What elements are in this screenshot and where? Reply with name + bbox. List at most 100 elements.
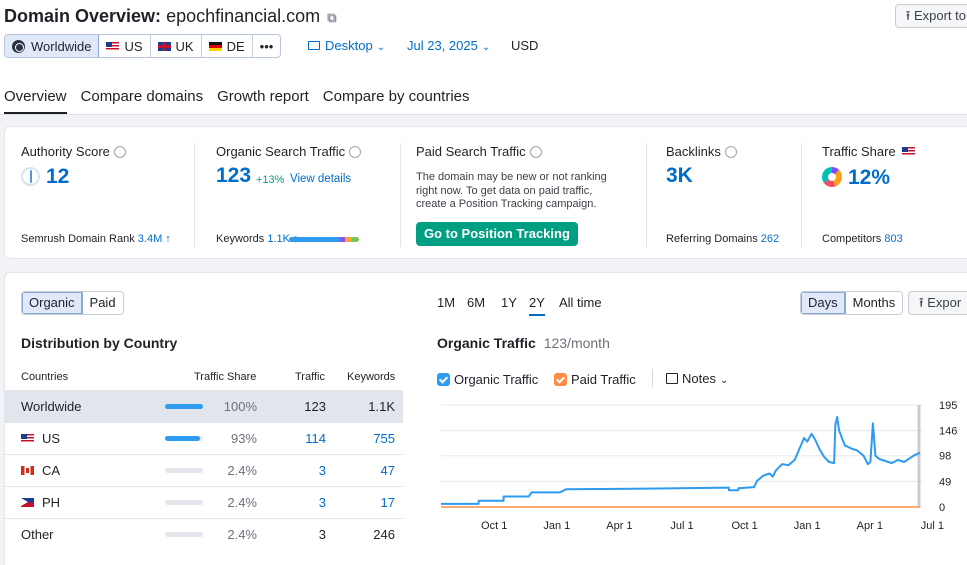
view-details-link[interactable]: View details	[290, 173, 351, 185]
competitors-label: Competitors	[822, 233, 882, 245]
date-dropdown[interactable]: Jul 23, 2025 ⌄	[407, 38, 490, 53]
col-traffic-share[interactable]: Traffic Share	[194, 371, 256, 383]
info-icon[interactable]	[529, 146, 542, 158]
y-tick-label: 195	[939, 400, 957, 412]
info-icon[interactable]	[349, 146, 362, 158]
db-uk[interactable]: UK	[151, 35, 202, 57]
traffic-cell[interactable]: 3	[319, 463, 326, 478]
period-6m[interactable]: 6M	[467, 295, 485, 310]
referring-domains-value[interactable]: 262	[761, 233, 779, 245]
country-cell: US	[21, 431, 60, 446]
toggle-days[interactable]: Days	[801, 292, 846, 314]
legend-paid-traffic[interactable]: Paid Traffic	[554, 371, 636, 387]
competitors-value[interactable]: 803	[884, 233, 902, 245]
external-link-icon[interactable]: ⧉	[327, 10, 336, 26]
organic-traffic-metric: Organic Search Traffic 123 +13% View det…	[200, 127, 400, 260]
legend-paid-label: Paid Traffic	[571, 372, 636, 387]
period-all-time[interactable]: All time	[559, 295, 602, 310]
database-selector: Worldwide US UK DE •••	[4, 34, 282, 58]
traffic-share-bar-fill	[165, 436, 201, 441]
info-icon[interactable]	[113, 146, 126, 158]
export-icon: ⭱	[919, 295, 924, 310]
db-de[interactable]: DE	[202, 35, 253, 57]
toggle-months[interactable]: Months	[845, 292, 903, 314]
traffic-share-bar-fill	[165, 532, 166, 537]
db-worldwide-label: Worldwide	[31, 38, 92, 54]
traffic-share-bar	[165, 468, 203, 473]
keywords-distribution-bar[interactable]	[289, 237, 359, 242]
traffic-share-cell: 2.4%	[227, 463, 257, 478]
traffic-cell[interactable]: 3	[319, 495, 326, 510]
legend-organic-traffic[interactable]: Organic Traffic	[437, 371, 538, 387]
device-label: Desktop	[325, 38, 373, 53]
info-icon[interactable]	[724, 146, 737, 158]
col-traffic[interactable]: Traffic	[295, 371, 325, 383]
table-row[interactable]: PH 2.4% 3 17	[5, 486, 403, 518]
traffic-share-bar	[165, 404, 203, 409]
country-cell: CA	[21, 463, 60, 478]
domain-name[interactable]: epochfinancial.com	[166, 6, 320, 26]
metric-divider	[646, 143, 647, 247]
backlinks-value[interactable]: 3K	[666, 164, 693, 188]
traffic-share-bar-fill	[165, 500, 166, 505]
top-header: Domain Overview: epochfinancial.com ⧉ ⭱ …	[0, 0, 967, 115]
period-2y[interactable]: 2Y	[529, 295, 545, 316]
distribution-title: Distribution by Country	[21, 335, 178, 351]
table-row[interactable]: Other 2.4% 3 246	[5, 518, 403, 550]
organic-traffic-value[interactable]: 123	[216, 164, 251, 188]
country-cell: Other	[21, 527, 54, 542]
keywords-cell[interactable]: 755	[373, 431, 395, 446]
export-button[interactable]: ⭱ Export to	[894, 4, 967, 28]
toggle-organic[interactable]: Organic	[22, 292, 83, 314]
traffic-share-number: 12%	[848, 166, 891, 189]
db-us[interactable]: US	[99, 35, 151, 57]
y-axis-ticks: 195 146 98 49 0	[939, 400, 957, 514]
tab-growth-report[interactable]: Growth report	[217, 88, 309, 114]
device-dropdown[interactable]: Desktop ⌄	[308, 38, 385, 53]
organic-traffic-number: 123	[216, 164, 252, 187]
period-1y[interactable]: 1Y	[501, 295, 517, 310]
organic-traffic-subtitle: 123/month	[543, 335, 610, 351]
traffic-share-value[interactable]: 12%	[822, 164, 890, 190]
notes-dropdown[interactable]: Notes ⌄	[666, 371, 728, 386]
traffic-cell[interactable]: 114	[305, 431, 326, 446]
y-tick-label: 0	[939, 502, 945, 514]
db-more-button[interactable]: •••	[253, 35, 281, 57]
table-row[interactable]: CA 2.4% 3 47	[5, 454, 403, 486]
authority-score-number: 12	[46, 165, 70, 188]
export-label: Export to	[913, 8, 966, 23]
db-us-label: US	[124, 38, 143, 54]
desktop-icon	[308, 41, 320, 50]
col-keywords[interactable]: Keywords	[347, 371, 395, 383]
organic-traffic-chart[interactable]: 195 146 98 49 0 Oct 1 Jan 1 Apr 1 Jul 1 Oct 1 Jan…	[435, 393, 967, 543]
notes-icon	[666, 373, 678, 384]
keywords-cell[interactable]: 47	[381, 463, 395, 478]
us-flag-icon	[21, 434, 34, 443]
referring-domains: Referring Domains 262	[666, 233, 779, 245]
chart-export-button[interactable]: ⭱ Expor	[908, 291, 967, 315]
domain-rank-value[interactable]: 3.4M ↑	[138, 233, 171, 245]
keywords-cell[interactable]: 17	[381, 495, 395, 510]
uk-flag-icon	[157, 41, 171, 51]
db-uk-label: UK	[175, 38, 194, 54]
keywords-cell: 246	[373, 527, 395, 542]
tab-overview[interactable]: Overview	[4, 88, 67, 114]
period-1m[interactable]: 1M	[437, 295, 455, 310]
table-row[interactable]: Worldwide 100% 123 1.1K	[5, 390, 403, 422]
table-row[interactable]: US 93% 114 755	[5, 422, 403, 454]
traffic-share-cell: 2.4%	[227, 527, 257, 542]
tab-compare-by-countries[interactable]: Compare by countries	[323, 88, 470, 114]
authority-gauge-icon	[21, 167, 40, 186]
db-worldwide[interactable]: Worldwide	[5, 35, 100, 57]
toggle-paid[interactable]: Paid	[82, 292, 123, 314]
keywords-cell: 1.1K	[368, 399, 395, 414]
competitors-count: Competitors 803	[822, 233, 903, 245]
more-icon: •••	[259, 38, 274, 54]
paid-traffic-label-text: Paid Search Traffic	[416, 144, 526, 159]
authority-score-metric: Authority Score 12 Semrush Domain Rank 3…	[5, 127, 195, 260]
metric-divider	[194, 143, 195, 247]
tab-compare-domains[interactable]: Compare domains	[81, 88, 204, 114]
traffic-share-cell: 93%	[230, 431, 257, 446]
de-flag-icon	[208, 41, 222, 51]
go-to-position-tracking-button[interactable]: Go to Position Tracking	[416, 222, 578, 246]
